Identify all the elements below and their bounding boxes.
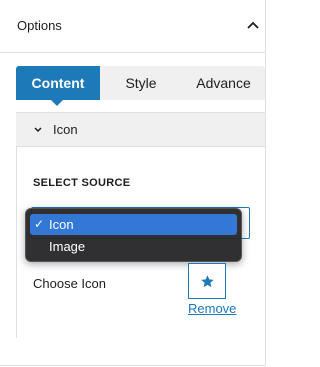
icon-preview-button[interactable] bbox=[188, 263, 226, 299]
tab-content[interactable]: Content bbox=[16, 66, 100, 100]
icon-section-header[interactable]: Icon bbox=[16, 112, 265, 147]
options-title: Options bbox=[17, 18, 62, 33]
dropdown-option-label: Image bbox=[49, 239, 86, 254]
choose-icon-label: Choose Icon bbox=[33, 276, 106, 291]
options-panel: Options Content Style Advance Icon SELEC… bbox=[0, 0, 266, 366]
select-source-label: SELECT SOURCE bbox=[33, 177, 131, 189]
star-icon bbox=[201, 275, 214, 288]
tab-advance[interactable]: Advance bbox=[182, 66, 265, 100]
tab-bar: Content Style Advance bbox=[16, 66, 265, 100]
dropdown-option-label: Icon bbox=[49, 217, 74, 232]
dropdown-option-image[interactable]: Image bbox=[30, 236, 237, 257]
select-source-dropdown: ✓ Icon Image bbox=[25, 208, 242, 262]
remove-icon-link[interactable]: Remove bbox=[188, 301, 236, 316]
chevron-down-icon bbox=[34, 127, 42, 133]
dropdown-option-icon[interactable]: ✓ Icon bbox=[30, 214, 237, 235]
active-tab-pointer bbox=[51, 100, 63, 106]
icon-section-title: Icon bbox=[53, 122, 78, 137]
chevron-up-icon[interactable] bbox=[246, 20, 260, 30]
options-header[interactable]: Options bbox=[0, 0, 265, 53]
checkmark-icon: ✓ bbox=[34, 217, 45, 231]
tab-style[interactable]: Style bbox=[100, 66, 182, 100]
